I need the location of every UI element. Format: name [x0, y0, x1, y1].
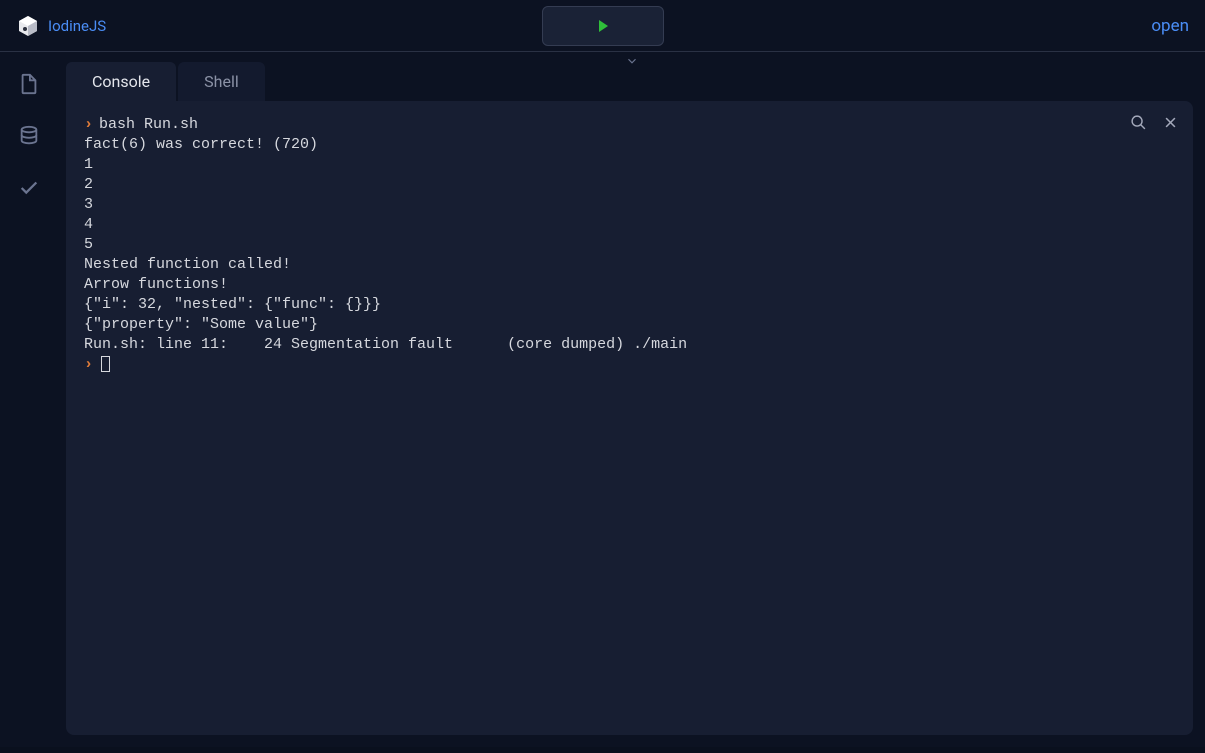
- play-icon: [595, 18, 611, 34]
- search-icon[interactable]: [1129, 113, 1147, 131]
- console-output-line: Arrow functions!: [84, 275, 1175, 295]
- open-link[interactable]: open: [1151, 16, 1189, 36]
- cursor-icon: [101, 356, 110, 372]
- files-icon[interactable]: [17, 72, 41, 96]
- tab-shell[interactable]: Shell: [178, 62, 265, 101]
- command-text: bash Run.sh: [99, 116, 198, 133]
- console-tools: [1129, 113, 1179, 131]
- console-output-line: fact(6) was correct! (720): [84, 135, 1175, 155]
- bottom-strip: [0, 747, 1205, 753]
- main-area: Console Shell ›bash R: [58, 52, 1205, 747]
- console-output-line: {"property": "Some value"}: [84, 315, 1175, 335]
- console-output-line: {"i": 32, "nested": {"func": {}}}: [84, 295, 1175, 315]
- tab-console[interactable]: Console: [66, 62, 176, 101]
- top-bar: IodineJS open: [0, 0, 1205, 52]
- console-pane[interactable]: ›bash Run.sh fact(6) was correct! (720) …: [66, 101, 1193, 735]
- console-output-line: 2: [84, 175, 1175, 195]
- prompt-icon: ›: [84, 116, 93, 133]
- chevron-down-icon[interactable]: [625, 54, 639, 72]
- database-icon[interactable]: [17, 124, 41, 148]
- left-sidebar: [0, 52, 58, 747]
- console-output-line: Nested function called!: [84, 255, 1175, 275]
- close-icon[interactable]: [1161, 113, 1179, 131]
- console-output-line: Run.sh: line 11: 24 Segmentation fault (…: [84, 335, 1175, 355]
- project-name[interactable]: IodineJS: [48, 17, 106, 35]
- logo-cube-icon: [16, 14, 40, 38]
- check-icon[interactable]: [17, 176, 41, 200]
- body-row: Console Shell ›bash R: [0, 52, 1205, 747]
- console-output-line: 5: [84, 235, 1175, 255]
- console-output-line: 4: [84, 215, 1175, 235]
- project-header[interactable]: IodineJS: [16, 14, 106, 38]
- run-button[interactable]: [542, 6, 664, 46]
- console-output-line: 1: [84, 155, 1175, 175]
- console-output-line: 3: [84, 195, 1175, 215]
- console-prompt-line[interactable]: ›: [84, 355, 1175, 375]
- console-line-command: › bash Run.sh: [84, 115, 1175, 135]
- prompt-icon: ›: [84, 356, 93, 373]
